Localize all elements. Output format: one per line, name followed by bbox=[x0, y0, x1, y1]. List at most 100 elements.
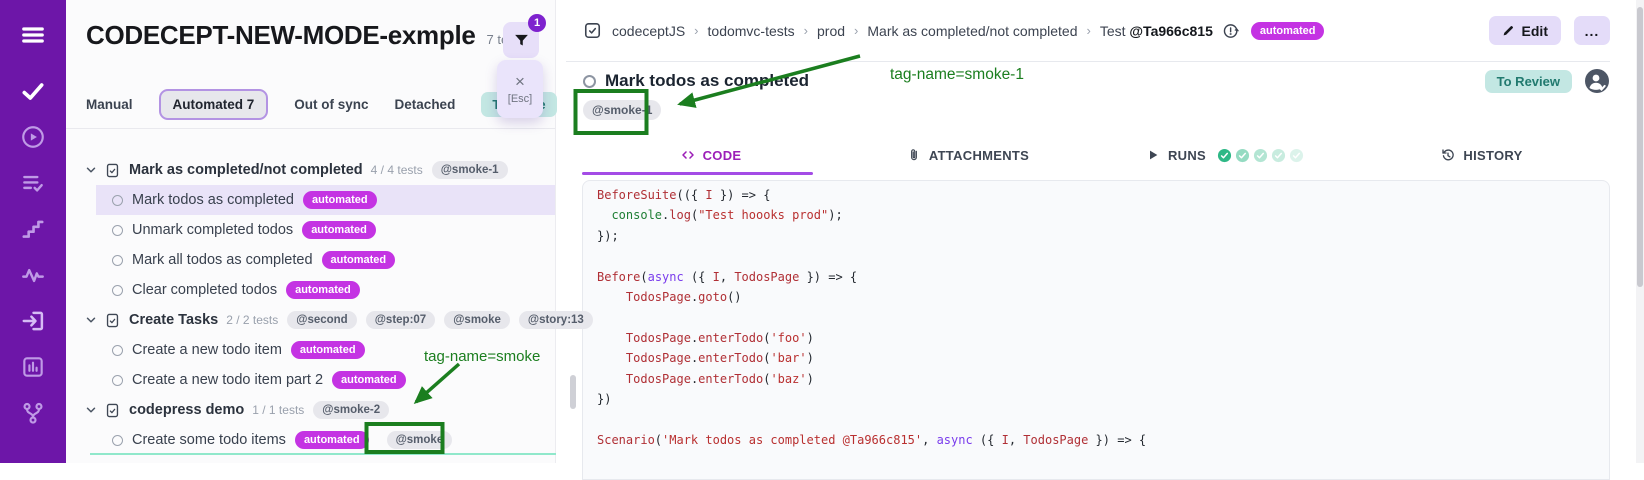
automated-badge: automated bbox=[322, 251, 396, 269]
test-row[interactable]: Clear completed todos automated bbox=[66, 275, 555, 305]
circle-icon bbox=[112, 255, 123, 266]
suite-row[interactable]: codepress demo1 / 1 tests@smoke-2 bbox=[66, 395, 555, 425]
test-label: Unmark completed todos bbox=[132, 222, 293, 238]
automated-badge: automated bbox=[332, 371, 406, 389]
tests-tree: Mark as completed/not completed4 / 4 tes… bbox=[66, 155, 555, 455]
suite-row[interactable]: Mark as completed/not completed4 / 4 tes… bbox=[66, 155, 555, 185]
test-label-text: Test bbox=[1100, 23, 1130, 39]
sign-in-icon[interactable] bbox=[18, 306, 48, 336]
code-line: Scenario('Mark todos as completed @Ta966… bbox=[597, 430, 1609, 450]
panel-scrollbar-thumb[interactable] bbox=[570, 375, 576, 409]
filter-button[interactable]: 1 bbox=[503, 22, 539, 58]
annotation-label: tag-name=smoke bbox=[424, 348, 540, 365]
steps-icon[interactable] bbox=[18, 214, 48, 244]
breadcrumb-separator: › bbox=[854, 23, 858, 38]
breadcrumb-bar: codeceptJS›todomvc-tests›prod›Mark as co… bbox=[566, 0, 1610, 62]
checkbox-check-icon bbox=[583, 21, 602, 40]
test-row[interactable]: Mark todos as completed automated bbox=[96, 185, 555, 215]
edit-button[interactable]: Edit bbox=[1489, 16, 1561, 45]
test-row[interactable]: Create a new todo item part 2automated bbox=[66, 365, 555, 395]
code-line: }); bbox=[597, 226, 1609, 246]
assignee-avatar[interactable] bbox=[1584, 68, 1610, 94]
doc-check-icon bbox=[104, 402, 121, 419]
tag-badge: @smoke bbox=[444, 311, 510, 329]
tag-badge: @story:13 bbox=[519, 311, 593, 329]
suite-row[interactable]: Create Tasks2 / 2 tests@second@step:07@s… bbox=[66, 305, 555, 335]
menu-icon[interactable] bbox=[18, 20, 48, 50]
code-line bbox=[597, 307, 1609, 327]
doc-check-icon bbox=[104, 312, 121, 329]
chevron-down-icon[interactable] bbox=[84, 163, 98, 177]
tag-badge: @smoke-1 bbox=[583, 100, 661, 120]
breadcrumb-separator: › bbox=[804, 23, 808, 38]
play-icon bbox=[1145, 147, 1161, 163]
annotation-label: tag-name=smoke-1 bbox=[890, 66, 1024, 84]
check-circle-icon bbox=[1235, 148, 1250, 163]
test-row[interactable]: Unmark completed todos automated bbox=[66, 215, 555, 245]
test-id: @Ta966c815 bbox=[1129, 23, 1212, 39]
list-check-icon[interactable] bbox=[18, 168, 48, 198]
tag-badge: @second bbox=[287, 311, 356, 329]
breadcrumb-item[interactable]: prod bbox=[817, 23, 845, 39]
suite-label: Mark as completed/not completed bbox=[129, 162, 363, 178]
branch-icon[interactable] bbox=[18, 398, 48, 428]
more-actions-button[interactable]: ... bbox=[1574, 16, 1610, 45]
breadcrumb-item[interactable]: codeceptJS bbox=[612, 23, 685, 39]
automated-badge: automated bbox=[302, 221, 376, 239]
circle-icon bbox=[112, 345, 123, 356]
tab-out-of-sync[interactable]: Out of sync bbox=[294, 97, 368, 112]
play-circle-icon[interactable] bbox=[18, 122, 48, 152]
check-icon[interactable] bbox=[18, 76, 48, 106]
pulse-icon[interactable] bbox=[18, 260, 48, 290]
tab-attachments[interactable]: ATTACHMENTS bbox=[839, 138, 1096, 172]
tab-detached[interactable]: Detached bbox=[395, 97, 456, 112]
tab-label: ATTACHMENTS bbox=[929, 148, 1029, 163]
tab-history[interactable]: HISTORY bbox=[1353, 138, 1610, 172]
tab-runs[interactable]: RUNS bbox=[1096, 138, 1353, 172]
history-icon bbox=[1440, 147, 1456, 163]
breadcrumb-item[interactable]: Mark as completed/not completed bbox=[867, 23, 1077, 39]
tag-badge: @smoke-1 bbox=[432, 161, 508, 179]
doc-check-icon bbox=[104, 162, 121, 179]
test-label: Mark all todos as completed bbox=[132, 252, 313, 268]
test-label: Create some todo items bbox=[132, 432, 286, 448]
automated-badge: automated bbox=[295, 431, 369, 449]
check-circle-icon bbox=[1289, 148, 1304, 163]
automated-badge: automated bbox=[303, 191, 377, 209]
close-icon[interactable]: × bbox=[515, 73, 525, 90]
sync-status-icon[interactable] bbox=[1222, 22, 1240, 40]
filter-popup: × [Esc] bbox=[497, 60, 543, 118]
test-label: Clear completed todos bbox=[132, 282, 277, 298]
page-scrollbar-thumb[interactable] bbox=[1637, 7, 1643, 287]
check-circle-icon bbox=[1217, 148, 1232, 163]
suite-meta: 1 / 1 tests bbox=[252, 403, 304, 417]
status-badge[interactable]: To Review bbox=[1485, 70, 1572, 93]
breadcrumb-item[interactable]: todomvc-tests bbox=[708, 23, 795, 39]
check-circle-icon bbox=[1253, 148, 1268, 163]
code-line: BeforeSuite(({ I }) => { bbox=[597, 185, 1609, 205]
bar-chart-icon[interactable] bbox=[18, 352, 48, 382]
divider bbox=[66, 128, 555, 129]
app-sidebar bbox=[0, 0, 66, 463]
paperclip-icon bbox=[906, 147, 922, 163]
automated-badge: automated bbox=[286, 281, 360, 299]
code-block: BeforeSuite(({ I }) => { console.log("Te… bbox=[582, 180, 1610, 480]
test-label: Create a new todo item bbox=[132, 342, 282, 358]
test-label: Mark todos as completed bbox=[132, 192, 294, 208]
test-detail-panel: codeceptJS›todomvc-tests›prod›Mark as co… bbox=[566, 0, 1644, 463]
breadcrumb: codeceptJS›todomvc-tests›prod›Mark as co… bbox=[612, 23, 1213, 39]
test-state-tabs: ManualAutomated 7Out of syncDetachedTo R… bbox=[86, 88, 557, 120]
chevron-down-icon[interactable] bbox=[84, 313, 98, 327]
code-line: TodosPage.enterTodo('bar') bbox=[597, 348, 1609, 368]
chevron-down-icon[interactable] bbox=[84, 403, 98, 417]
tab-code[interactable]: CODE bbox=[582, 138, 839, 172]
tab-manual[interactable]: Manual bbox=[86, 97, 133, 112]
tab-label: CODE bbox=[703, 148, 742, 163]
test-row[interactable]: Mark all todos as completed automated bbox=[66, 245, 555, 275]
suite-label: codepress demo bbox=[129, 402, 244, 418]
circle-icon bbox=[112, 195, 123, 206]
test-row[interactable]: Create some todo itemsautomated@smoke bbox=[66, 425, 555, 455]
tab-automated-7[interactable]: Automated 7 bbox=[159, 89, 269, 120]
breadcrumb-item-test[interactable]: Test @Ta966c815 bbox=[1100, 23, 1213, 39]
code-line: console.log("Test hoooks prod"); bbox=[597, 205, 1609, 225]
